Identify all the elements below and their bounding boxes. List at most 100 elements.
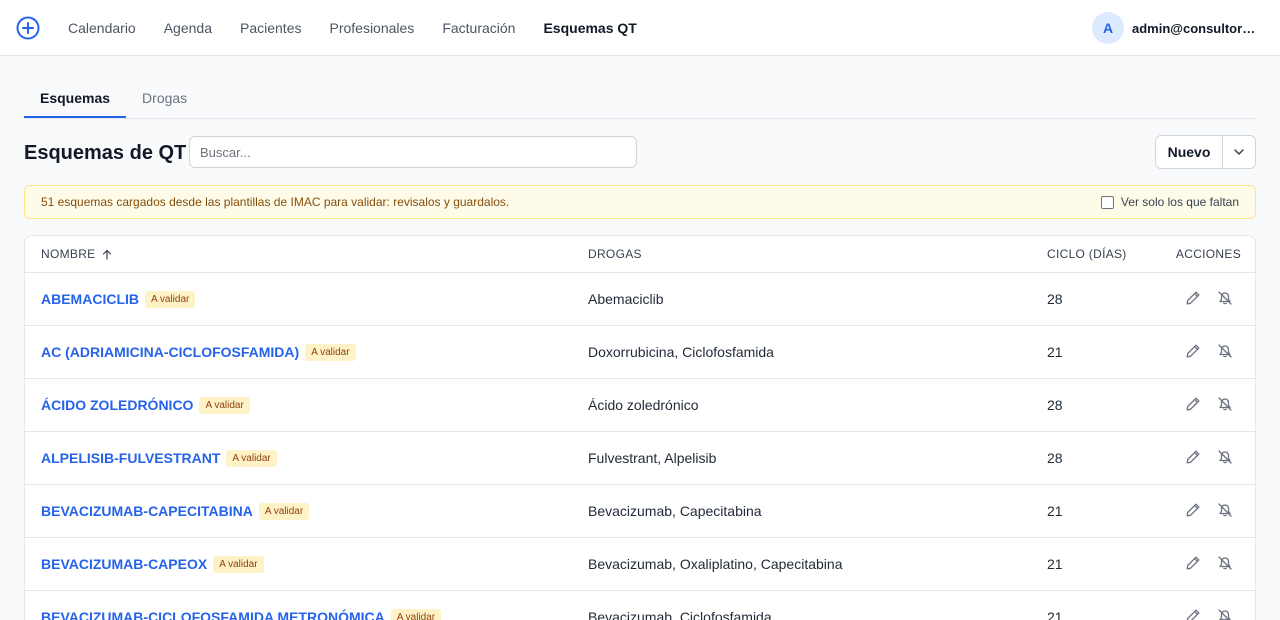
tab-bar: Esquemas Drogas <box>24 80 1256 119</box>
table-row: AC (ADRIAMICINA-CICLOFOSFAMIDA) A valida… <box>25 326 1255 379</box>
drugs-cell: Fulvestrant, Alpelisib <box>588 450 717 466</box>
actions-cell <box>1184 448 1248 466</box>
scheme-name-link[interactable]: ABEMACICLIB <box>41 291 139 307</box>
drugs-cell: Bevacizumab, Oxaliplatino, Capecitabina <box>588 556 843 572</box>
pencil-icon <box>1186 291 1200 305</box>
column-header-name-label: NOMBRE <box>41 247 96 261</box>
name-cell: ÁCIDO ZOLEDRÓNICO A validar <box>41 379 250 431</box>
plus-circle-icon[interactable] <box>16 16 40 40</box>
main-nav: Calendario Agenda Pacientes Profesionale… <box>54 0 651 56</box>
table-row: BEVACIZUMAB-CAPEOX A validar Bevacizumab… <box>25 538 1255 591</box>
status-badge: A validar <box>258 502 310 520</box>
edit-button[interactable] <box>1184 342 1202 360</box>
deactivate-button[interactable] <box>1216 342 1234 360</box>
scheme-name-link[interactable]: BEVACIZUMAB-CICLOFOSFAMIDA METRONÓMICA <box>41 609 385 620</box>
status-badge: A validar <box>390 608 442 620</box>
status-badge: A validar <box>213 555 264 573</box>
pencil-icon <box>1186 397 1200 411</box>
nav-item-calendario[interactable]: Calendario <box>54 0 150 56</box>
nav-item-esquemas-qt[interactable]: Esquemas QT <box>529 0 650 56</box>
edit-button[interactable] <box>1184 501 1202 519</box>
nav-item-facturacion[interactable]: Facturación <box>428 0 529 56</box>
drugs-cell: Doxorrubicina, Ciclofosfamida <box>588 344 774 360</box>
edit-button[interactable] <box>1184 607 1202 620</box>
missing-only-label[interactable]: Ver solo los que faltan <box>1121 195 1239 209</box>
deactivate-button[interactable] <box>1216 501 1234 519</box>
cycle-cell: 21 <box>1047 609 1063 620</box>
column-header-cycle: CICLO (DÍAS) <box>1047 247 1127 261</box>
name-cell: BEVACIZUMAB-CAPECITABINA A validar <box>41 485 310 537</box>
bell-off-icon <box>1218 344 1232 358</box>
name-cell: ALPELISIB-FULVESTRANT A validar <box>41 432 277 484</box>
table-row: ALPELISIB-FULVESTRANT A validar Fulvestr… <box>25 432 1255 485</box>
cycle-cell: 21 <box>1047 503 1063 519</box>
column-header-drugs: DROGAS <box>588 247 642 261</box>
status-badge: A validar <box>145 290 196 308</box>
bell-off-icon <box>1218 291 1232 305</box>
search-input[interactable] <box>189 136 637 168</box>
pencil-icon <box>1186 609 1200 620</box>
edit-button[interactable] <box>1184 554 1202 572</box>
tab-esquemas[interactable]: Esquemas <box>24 80 127 118</box>
table-header: NOMBRE DROGAS CICLO (DÍAS) ACCIONES <box>25 236 1255 273</box>
nav-item-pacientes[interactable]: Pacientes <box>226 0 315 56</box>
name-cell: BEVACIZUMAB-CAPEOX A validar <box>41 538 264 590</box>
actions-cell <box>1184 554 1248 572</box>
deactivate-button[interactable] <box>1216 554 1234 572</box>
cycle-cell: 28 <box>1047 291 1063 307</box>
pencil-icon <box>1186 450 1200 464</box>
actions-cell <box>1184 501 1248 519</box>
status-badge: A validar <box>305 343 356 361</box>
user-email: admin@consultorio.c... <box>1132 20 1258 36</box>
name-cell: ABEMACICLIB A validar <box>41 273 196 325</box>
scheme-name-link[interactable]: AC (ADRIAMICINA-CICLOFOSFAMIDA) <box>41 344 299 360</box>
drugs-cell: Bevacizumab, Ciclofosfamida <box>588 609 772 620</box>
bell-off-icon <box>1218 450 1232 464</box>
column-header-name[interactable]: NOMBRE <box>41 236 112 273</box>
edit-button[interactable] <box>1184 289 1202 307</box>
table-body: ABEMACICLIB A validar Abemaciclib 28 AC … <box>25 273 1255 620</box>
validation-banner: 51 esquemas cargados desde las plantilla… <box>24 185 1256 219</box>
bell-off-icon <box>1218 503 1232 517</box>
name-cell: BEVACIZUMAB-CICLOFOSFAMIDA METRONÓMICA A… <box>41 591 442 620</box>
actions-cell <box>1184 289 1248 307</box>
pencil-icon <box>1186 556 1200 570</box>
status-badge: A validar <box>199 396 250 414</box>
scheme-name-link[interactable]: BEVACIZUMAB-CAPEOX <box>41 556 207 572</box>
avatar[interactable]: A <box>1092 12 1124 44</box>
deactivate-button[interactable] <box>1216 448 1234 466</box>
nav-item-agenda[interactable]: Agenda <box>150 0 226 56</box>
scheme-name-link[interactable]: ÁCIDO ZOLEDRÓNICO <box>41 397 193 413</box>
cycle-cell: 21 <box>1047 344 1063 360</box>
scheme-name-link[interactable]: ALPELISIB-FULVESTRANT <box>41 450 220 466</box>
nav-item-profesionales[interactable]: Profesionales <box>315 0 428 56</box>
cycle-cell: 21 <box>1047 556 1063 572</box>
deactivate-button[interactable] <box>1216 607 1234 620</box>
name-cell: AC (ADRIAMICINA-CICLOFOSFAMIDA) A valida… <box>41 326 356 378</box>
tab-drogas[interactable]: Drogas <box>126 80 203 118</box>
table-row: ABEMACICLIB A validar Abemaciclib 28 <box>25 273 1255 326</box>
cycle-cell: 28 <box>1047 450 1063 466</box>
edit-button[interactable] <box>1184 448 1202 466</box>
new-dropdown-button[interactable] <box>1223 136 1255 168</box>
page-title: Esquemas de QT <box>24 142 187 164</box>
pencil-icon <box>1186 503 1200 517</box>
user-menu[interactable]: A admin@consultorio.c... <box>1092 12 1258 44</box>
cycle-cell: 28 <box>1047 397 1063 413</box>
status-badge: A validar <box>226 449 277 467</box>
deactivate-button[interactable] <box>1216 289 1234 307</box>
scheme-name-link[interactable]: BEVACIZUMAB-CAPECITABINA <box>41 503 253 519</box>
missing-only-filter[interactable]: Ver solo los que faltan <box>1100 186 1239 218</box>
deactivate-button[interactable] <box>1216 395 1234 413</box>
edit-button[interactable] <box>1184 395 1202 413</box>
actions-cell <box>1184 342 1248 360</box>
bell-off-icon <box>1218 609 1231 620</box>
bell-off-icon <box>1218 556 1232 570</box>
missing-only-checkbox[interactable] <box>1100 195 1114 209</box>
table-row: BEVACIZUMAB-CICLOFOSFAMIDA METRONÓMICA A… <box>25 591 1255 620</box>
new-button[interactable]: Nuevo <box>1156 136 1223 168</box>
arrow-up-icon <box>103 250 112 260</box>
actions-cell <box>1184 395 1248 413</box>
drugs-cell: Bevacizumab, Capecitabina <box>588 503 762 519</box>
drugs-cell: Ácido zoledrónico <box>588 397 699 413</box>
